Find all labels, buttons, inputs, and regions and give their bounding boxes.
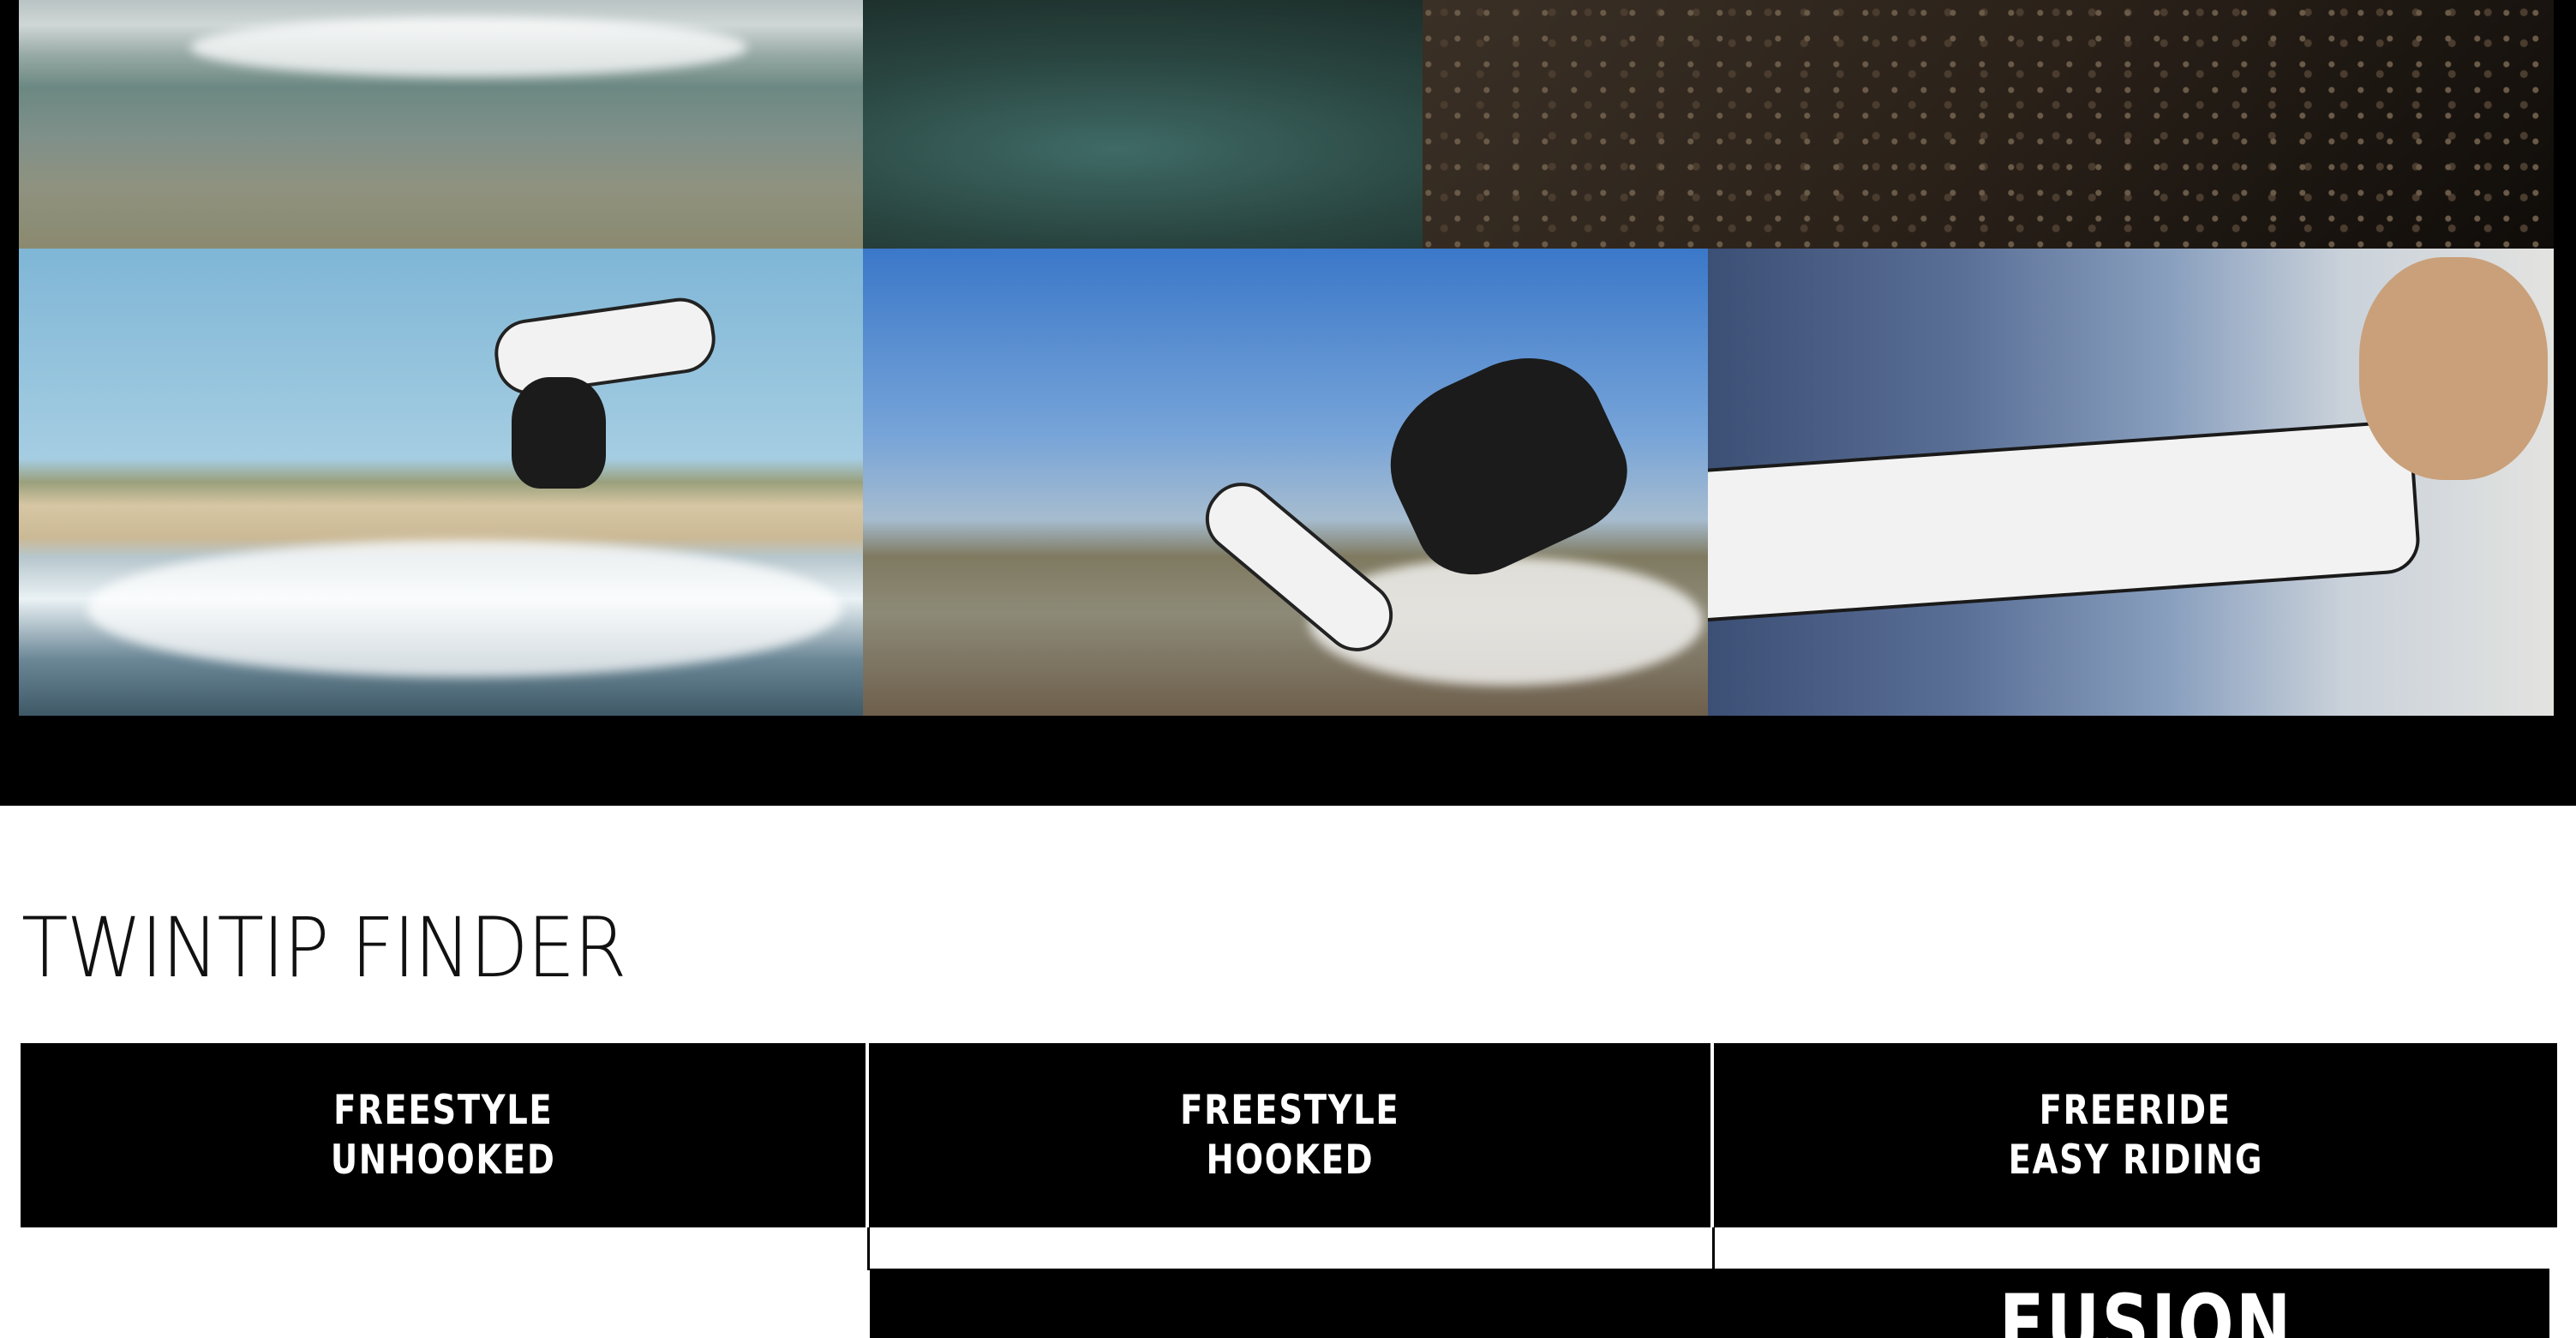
twintip-finder-title: TWINTIP FINDER [21, 900, 626, 996]
column-divider [867, 1227, 870, 1270]
category-label-line2: HOOKED [1206, 1136, 1374, 1184]
category-label-line1: FREESTYLE [332, 1086, 554, 1134]
product-name: FUSION [1999, 1277, 2293, 1338]
photo-gallery [0, 0, 2576, 806]
category-freeride-easy-riding[interactable]: FREERIDE EASY RIDING [1714, 1043, 2557, 1227]
category-label-line1: FREESTYLE [1179, 1086, 1400, 1134]
category-freestyle-unhooked[interactable]: FREESTYLE UNHOOKED [21, 1043, 866, 1227]
category-label-line2: UNHOOKED [330, 1136, 556, 1184]
gallery-photo-1[interactable] [19, 0, 863, 249]
product-bar-fusion[interactable]: FUSION [870, 1269, 2549, 1338]
category-freestyle-hooked[interactable]: FREESTYLE HOOKED [869, 1043, 1710, 1227]
gallery-photo-5[interactable] [863, 249, 1708, 716]
gallery-photo-3[interactable] [1423, 0, 2554, 249]
gallery-photo-4[interactable] [19, 249, 863, 716]
category-label-line2: EASY RIDING [2008, 1136, 2263, 1184]
column-divider [1712, 1227, 1715, 1270]
gallery-photo-6[interactable] [1708, 249, 2554, 716]
category-label-line1: FREERIDE [2039, 1086, 2232, 1134]
